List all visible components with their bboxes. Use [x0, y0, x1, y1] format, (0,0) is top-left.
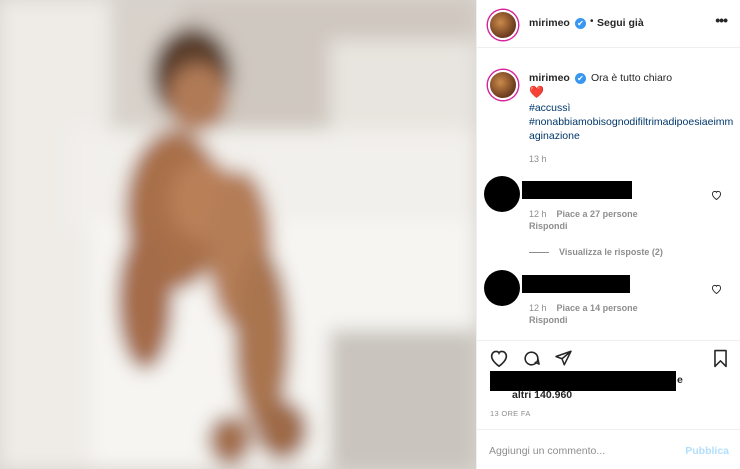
post-image[interactable]	[0, 0, 476, 469]
comment-text-redacted	[522, 275, 630, 293]
comment-text-redacted	[522, 181, 632, 199]
comment-input[interactable]	[489, 442, 669, 460]
publish-button[interactable]: Pubblica	[685, 445, 729, 457]
save-bookmark-icon[interactable]	[712, 349, 729, 371]
like-comment-icon[interactable]	[711, 190, 722, 203]
comment-time: 12 h	[529, 303, 547, 313]
heart-emoji: ❤️	[529, 85, 544, 99]
comment-meta: 12 h Piace a 14 persone	[529, 303, 638, 313]
likes-names-redacted	[490, 371, 676, 391]
comment-avatar-redacted[interactable]	[484, 176, 520, 212]
caption-text: Ora è tutto chiaro	[591, 72, 673, 84]
hashtag-link[interactable]: #accussì	[529, 102, 570, 114]
verified-badge-icon: ✔	[575, 18, 586, 29]
caption-timestamp[interactable]: 13 h	[529, 154, 547, 164]
verified-badge-icon: ✔	[575, 73, 586, 84]
reply-button[interactable]: Rispondi	[529, 221, 568, 231]
view-replies-button[interactable]: Visualizza le risposte (2)	[529, 247, 663, 257]
post-actions: e altri 140.960 13 ORE FA Pubblica	[477, 340, 740, 469]
comment-likes[interactable]: Piace a 27 persone	[557, 209, 638, 219]
add-comment-bar: Pubblica	[477, 429, 740, 469]
post-timestamp[interactable]: 13 ORE FA	[490, 409, 531, 418]
view-replies-label: Visualizza le risposte (2)	[559, 247, 663, 257]
likes-count[interactable]: altri 140.960	[512, 389, 572, 401]
hashtag-link[interactable]: #nonabbiamobisognodifiltrimadipoesiaeimm…	[529, 115, 739, 143]
username-link[interactable]: mirimeo	[529, 17, 570, 29]
comment-meta: 12 h Piace a 27 persone	[529, 209, 638, 219]
blurred-photo	[0, 0, 476, 469]
like-comment-icon[interactable]	[711, 284, 722, 297]
caption-avatar[interactable]	[488, 70, 518, 100]
comment-avatar-redacted[interactable]	[484, 270, 520, 306]
comment-bubble-icon[interactable]	[522, 349, 541, 371]
likes-conjunction: e	[677, 374, 683, 386]
post-panel: mirimeo ✔ • Segui già ••• mirimeo ✔ Ora …	[476, 0, 740, 469]
comment-likes[interactable]: Piace a 14 persone	[557, 303, 638, 313]
like-heart-icon[interactable]	[489, 349, 509, 370]
reply-button[interactable]: Rispondi	[529, 315, 568, 325]
caption-username[interactable]: mirimeo	[529, 72, 570, 84]
avatar[interactable]	[488, 10, 518, 40]
more-options-icon[interactable]: •••	[715, 12, 728, 28]
following-button[interactable]: Segui già	[597, 17, 644, 29]
share-paper-plane-icon[interactable]	[554, 349, 573, 370]
replies-divider	[529, 252, 549, 254]
comment-time: 12 h	[529, 209, 547, 219]
separator-dot: •	[590, 16, 594, 27]
post-header: mirimeo ✔ • Segui già •••	[477, 0, 740, 48]
